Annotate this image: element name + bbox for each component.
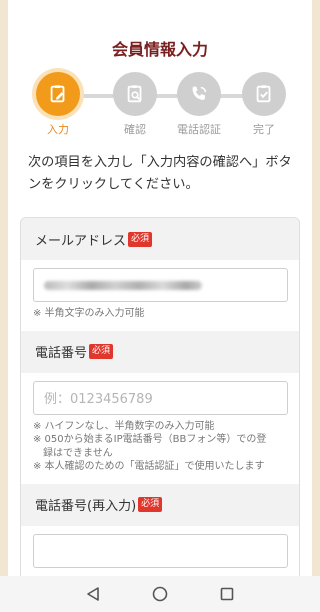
phone-confirm-section-header: 電話番号(再入力) 必須 [21,483,299,526]
phone-note-line: ※ ハイフンなし、半角数字のみ入力可能 [33,420,215,432]
android-navigation-bar [0,576,320,612]
page-title: 会員情報入力 [111,40,208,59]
step-phone-verify: 電話認証 [171,72,227,137]
phone-notes: ※ ハイフンなし、半角数字のみ入力可能 ※ 050から始まるIP電話番号（BBフ… [33,420,287,474]
progress-steps: 入力 確認 電話認証 完了 [8,72,312,142]
email-note: ※ 半角文字のみ入力可能 [33,307,287,321]
home-circle-icon[interactable] [150,584,170,604]
phone-note-line: ※ 050から始まるIP電話番号（BBフォン等）での登 [33,434,267,445]
member-form: メールアドレス 必須 ※ 半角文字のみ入力可能 電話番号 必須 例：012345… [20,217,300,587]
clipboard-check-icon [242,72,286,116]
phone-section-header: 電話番号 必須 [21,330,299,373]
back-triangle-icon[interactable] [83,584,103,604]
phone-confirm-label: 電話番号(再入力) [35,499,137,514]
step-label-confirm: 確認 [124,123,146,136]
email-section: ※ 半角文字のみ入力可能 [21,260,299,331]
redacted-email-value [44,280,202,290]
step-label-phone-verify: 電話認証 [177,123,221,136]
email-note-line: ※ 半角文字のみ入力可能 [33,308,145,319]
document-search-icon [113,72,157,116]
required-badge: 必須 [89,344,114,359]
step-input: 入力 [30,72,86,137]
email-field[interactable] [33,268,288,302]
phone-confirm-field[interactable] [33,533,288,568]
phone-note-line: ※ 本人確認のための「電話認証」で使用いたします [33,461,265,472]
phone-field[interactable]: 例：0123456789 [33,380,288,415]
form-edit-icon [36,72,80,116]
email-label: メールアドレス [35,233,127,249]
step-complete: 完了 [236,72,292,137]
recents-square-icon[interactable] [217,584,237,604]
instructions-text: 次の項目を入力し「入力内容の確認へ」ボタンをクリックしてください。 [28,155,292,192]
phone-call-icon [177,72,221,116]
phone-label: 電話番号 [35,346,88,361]
step-confirm: 確認 [107,72,163,137]
required-badge: 必須 [138,497,163,512]
email-section-header: メールアドレス 必須 [21,218,299,260]
step-label-input: 入力 [47,123,69,136]
step-label-complete: 完了 [253,123,275,136]
phone-note-line: 録はできません [33,447,113,459]
phone-section: 例：0123456789 ※ ハイフンなし、半角数字のみ入力可能 ※ 050から… [21,372,299,484]
phone-confirm-section [21,525,299,578]
required-badge: 必須 [128,231,153,247]
